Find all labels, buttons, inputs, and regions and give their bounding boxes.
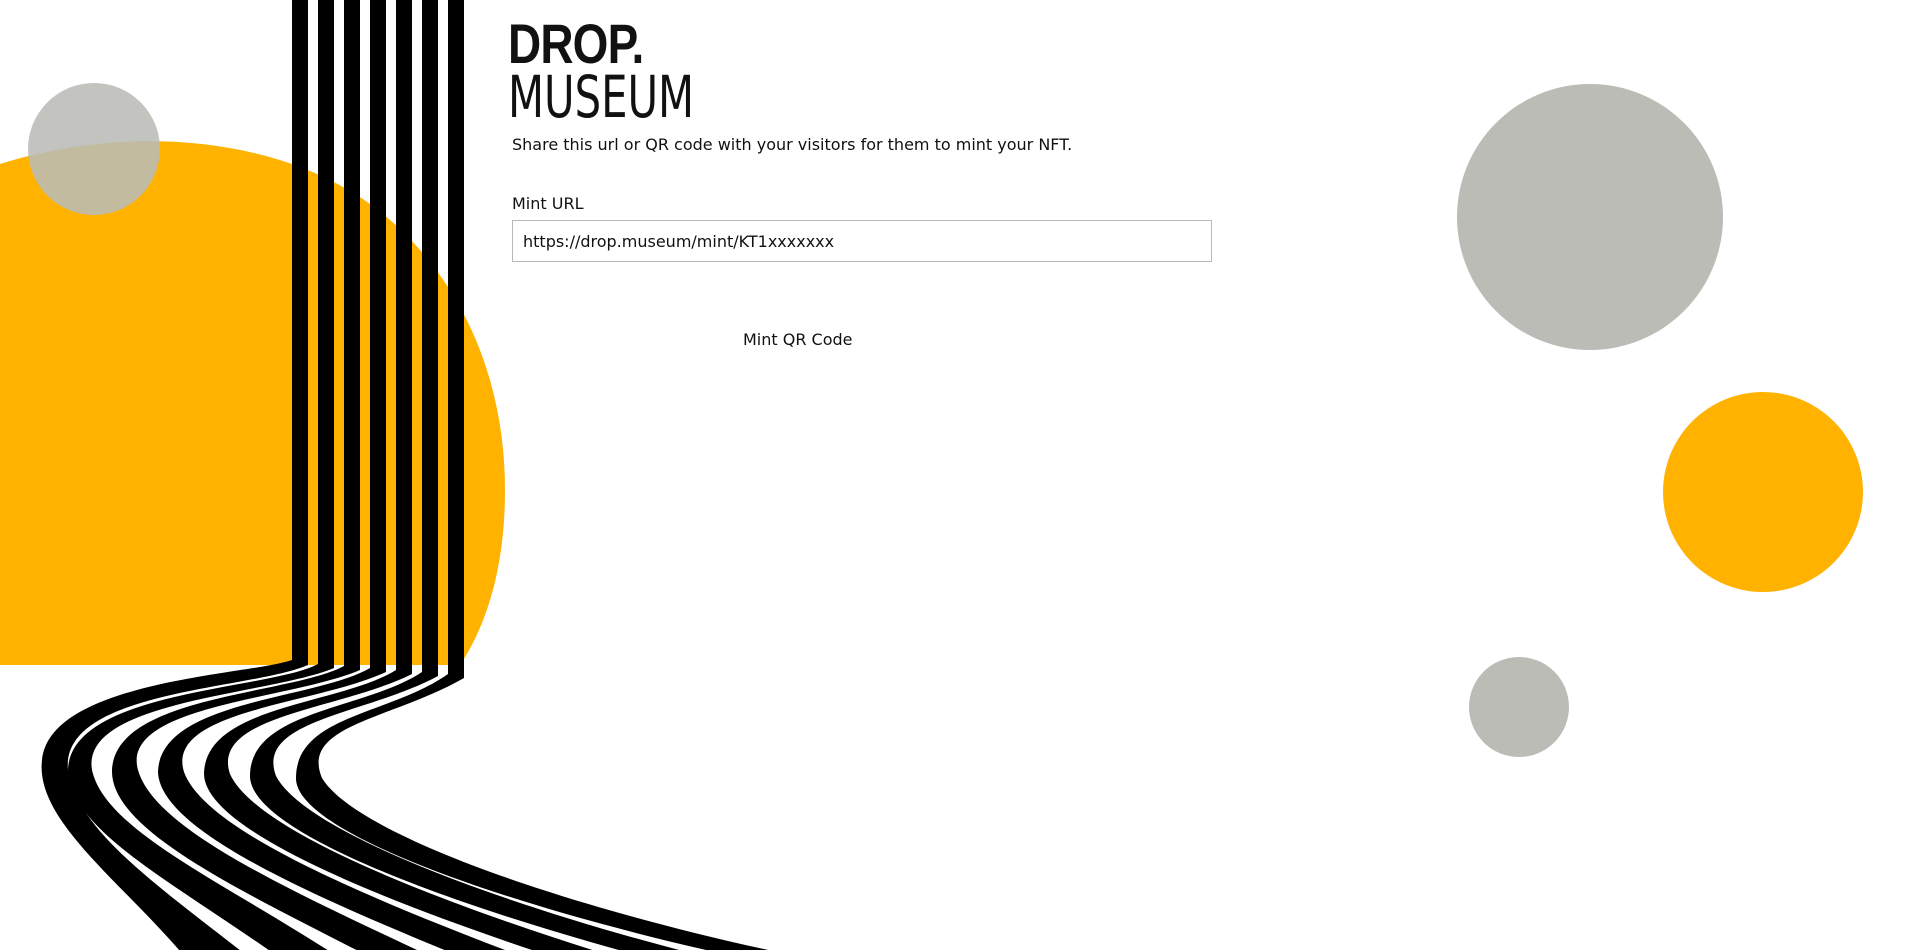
yellow-circle-right	[1663, 392, 1863, 592]
grey-circle-small-right	[1469, 657, 1569, 757]
drop-museum-logo[interactable]: DROP. MUSEUM	[508, 16, 728, 129]
logo-wordmark-museum: MUSEUM	[508, 63, 695, 131]
mint-url-field[interactable]	[512, 220, 1212, 262]
grey-circle-large-right	[1457, 84, 1723, 350]
page: DROP. MUSEUM Share this url or QR code w…	[0, 0, 1920, 950]
mint-url-label: Mint URL	[512, 194, 584, 213]
grey-circle-small-left	[28, 83, 160, 215]
mint-qr-code-title: Mint QR Code	[743, 330, 853, 349]
share-instructions: Share this url or QR code with your visi…	[512, 135, 1073, 154]
